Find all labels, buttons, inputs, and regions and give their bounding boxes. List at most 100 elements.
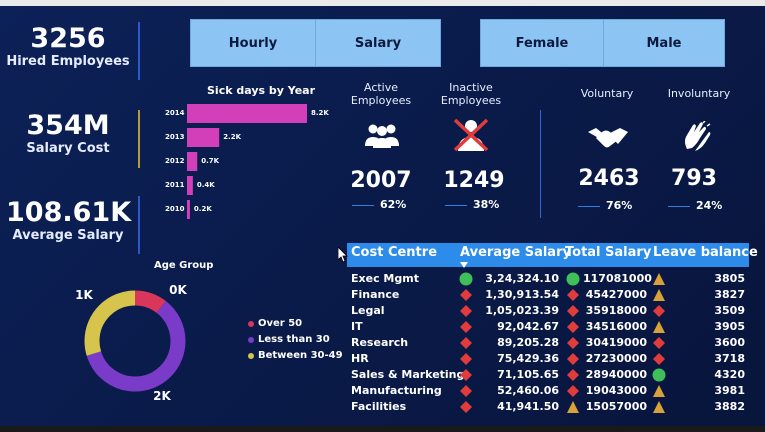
cell-total-salary: 15057000 [585, 400, 647, 413]
sick-days-chart-title: Sick days by Year [207, 84, 316, 97]
bar-data-label: 0.4K [197, 181, 215, 189]
table-row[interactable]: Sales & Marketing 71,105.65 28940000 4320 [347, 367, 749, 383]
kpi-diamond-icon [460, 289, 472, 301]
header-average-salary[interactable]: Average Salary [460, 245, 571, 260]
kpi-diamond-icon [653, 353, 665, 365]
active-employees-value: 2007 [350, 168, 412, 193]
kpi-circle-icon [652, 368, 666, 382]
table-row[interactable]: Research 89,205.28 30419000 3600 [347, 335, 749, 351]
table-row[interactable]: Facilities 41,941.50 15057000 3882 [347, 399, 749, 415]
kpi-diamond-icon [567, 369, 579, 381]
voluntary-pct: 76% [606, 199, 633, 212]
kpi-triangle-icon [653, 401, 665, 413]
table-row[interactable]: IT 92,042.67 34516000 3905 [347, 319, 749, 335]
clapping-hands-icon [685, 121, 711, 151]
dashboard: 3256 Hired Employees 354M Salary Cost 10… [0, 0, 765, 432]
cell-average-salary: 52,460.06 [497, 384, 559, 397]
slicer-female[interactable]: Female [480, 19, 604, 67]
cell-cost-centre: Research [351, 336, 409, 349]
cell-cost-centre: Sales & Marketing [351, 368, 465, 381]
bar-2014[interactable] [187, 104, 307, 123]
mouse-cursor-icon [338, 247, 348, 263]
bar-data-label: 2.2K [223, 133, 241, 141]
bar-category-label: 2013 [165, 133, 185, 141]
donut-data-label: 2K [153, 389, 171, 403]
cell-average-salary: 71,105.65 [497, 368, 559, 381]
bar-category-label: 2012 [165, 157, 185, 165]
voluntary-value: 2463 [578, 166, 640, 191]
kpi-divider-3 [138, 196, 140, 254]
kpi-diamond-icon [460, 321, 472, 333]
header-leave-balance[interactable]: Leave balance [653, 245, 758, 260]
cell-cost-centre: Finance [351, 288, 400, 301]
legend-between-30-49: Between 30-49 [248, 350, 343, 361]
kpi-salary-cost-value: 354M [26, 110, 110, 141]
bar-category-label: 2011 [165, 181, 185, 189]
kpi-hired-label: Hired Employees [6, 54, 130, 69]
header-total-salary[interactable]: Total Salary [565, 245, 651, 260]
cell-leave-balance: 3905 [714, 320, 745, 333]
bar-2010[interactable] [187, 200, 190, 219]
kpi-triangle-icon [653, 273, 665, 285]
cell-leave-balance: 3882 [714, 400, 745, 413]
kpi-average-salary-value: 108.61K [6, 197, 132, 228]
cell-leave-balance: 3981 [714, 384, 745, 397]
kpi-divider-1 [138, 22, 140, 80]
cell-leave-balance: 3509 [714, 304, 745, 317]
slicer-hourly[interactable]: Hourly [190, 19, 316, 67]
legend-less-than-30-label: Less than 30 [258, 334, 330, 345]
bar-data-label: 0.7K [201, 157, 219, 165]
cell-average-salary: 75,429.36 [497, 352, 559, 365]
donut-data-label: 0K [169, 283, 187, 297]
cell-leave-balance: 3600 [714, 336, 745, 349]
cell-total-salary: 35918000 [585, 304, 647, 317]
involuntary-pct: 24% [696, 199, 723, 212]
kpi-circle-icon [459, 272, 473, 286]
table-row[interactable]: Legal 1,05,023.39 35918000 3509 [347, 303, 749, 319]
cell-average-salary: 92,042.67 [497, 320, 559, 333]
kpi-circle-icon [566, 272, 580, 286]
cell-total-salary: 19043000 [585, 384, 647, 397]
cell-cost-centre: Exec Mgmt [351, 272, 419, 285]
bar-2013[interactable] [187, 128, 220, 147]
table-row[interactable]: Exec Mgmt 3,24,324.10 117081000 3805 [347, 271, 749, 287]
cell-total-salary: 34516000 [585, 320, 647, 333]
table-row[interactable]: HR 75,429.36 27230000 3718 [347, 351, 749, 367]
legend-between-30-49-label: Between 30-49 [258, 350, 343, 361]
legend-less-than-30: Less than 30 [248, 334, 330, 345]
involuntary-value: 793 [671, 166, 717, 191]
kpi-diamond-icon [653, 337, 665, 349]
bar-2012[interactable] [187, 152, 198, 171]
legend-between-30-49-swatch [248, 352, 254, 359]
legend-less-than-30-swatch [248, 336, 254, 343]
table-row[interactable]: Finance 1,30,913.54 45427000 3827 [347, 287, 749, 303]
cell-total-salary: 117081000 [583, 272, 652, 285]
status-divider [540, 110, 541, 218]
legend-over-50-swatch [248, 320, 254, 327]
kpi-diamond-icon [460, 337, 472, 349]
kpi-diamond-icon [653, 305, 665, 317]
slicer-salary[interactable]: Salary [315, 19, 441, 67]
active-pct-line [352, 205, 374, 206]
slicer-male[interactable]: Male [603, 19, 725, 67]
cell-average-salary: 1,05,023.39 [485, 304, 559, 317]
kpi-diamond-icon [567, 353, 579, 365]
bar-2011[interactable] [187, 176, 193, 195]
sort-descending-icon[interactable] [460, 262, 468, 268]
header-cost-centre[interactable]: Cost Centre [351, 245, 437, 260]
inactive-employees-title: Inactive Employees [440, 81, 502, 107]
people-group-icon [365, 124, 399, 148]
cell-cost-centre: Facilities [351, 400, 407, 413]
cell-cost-centre: HR [351, 352, 369, 365]
active-employees-title: Active Employees [350, 81, 412, 107]
window-bottom-strip [0, 426, 765, 432]
cell-leave-balance: 3718 [714, 352, 745, 365]
voluntary-title: Voluntary [580, 87, 634, 100]
kpi-diamond-icon [460, 401, 472, 413]
cell-cost-centre: Manufacturing [351, 384, 442, 397]
kpi-divider-2 [138, 110, 140, 168]
inactive-employees-pct: 38% [473, 198, 500, 211]
table-row[interactable]: Manufacturing 52,460.06 19043000 3981 [347, 383, 749, 399]
cell-total-salary: 45427000 [585, 288, 647, 301]
cell-average-salary: 3,24,324.10 [485, 272, 559, 285]
